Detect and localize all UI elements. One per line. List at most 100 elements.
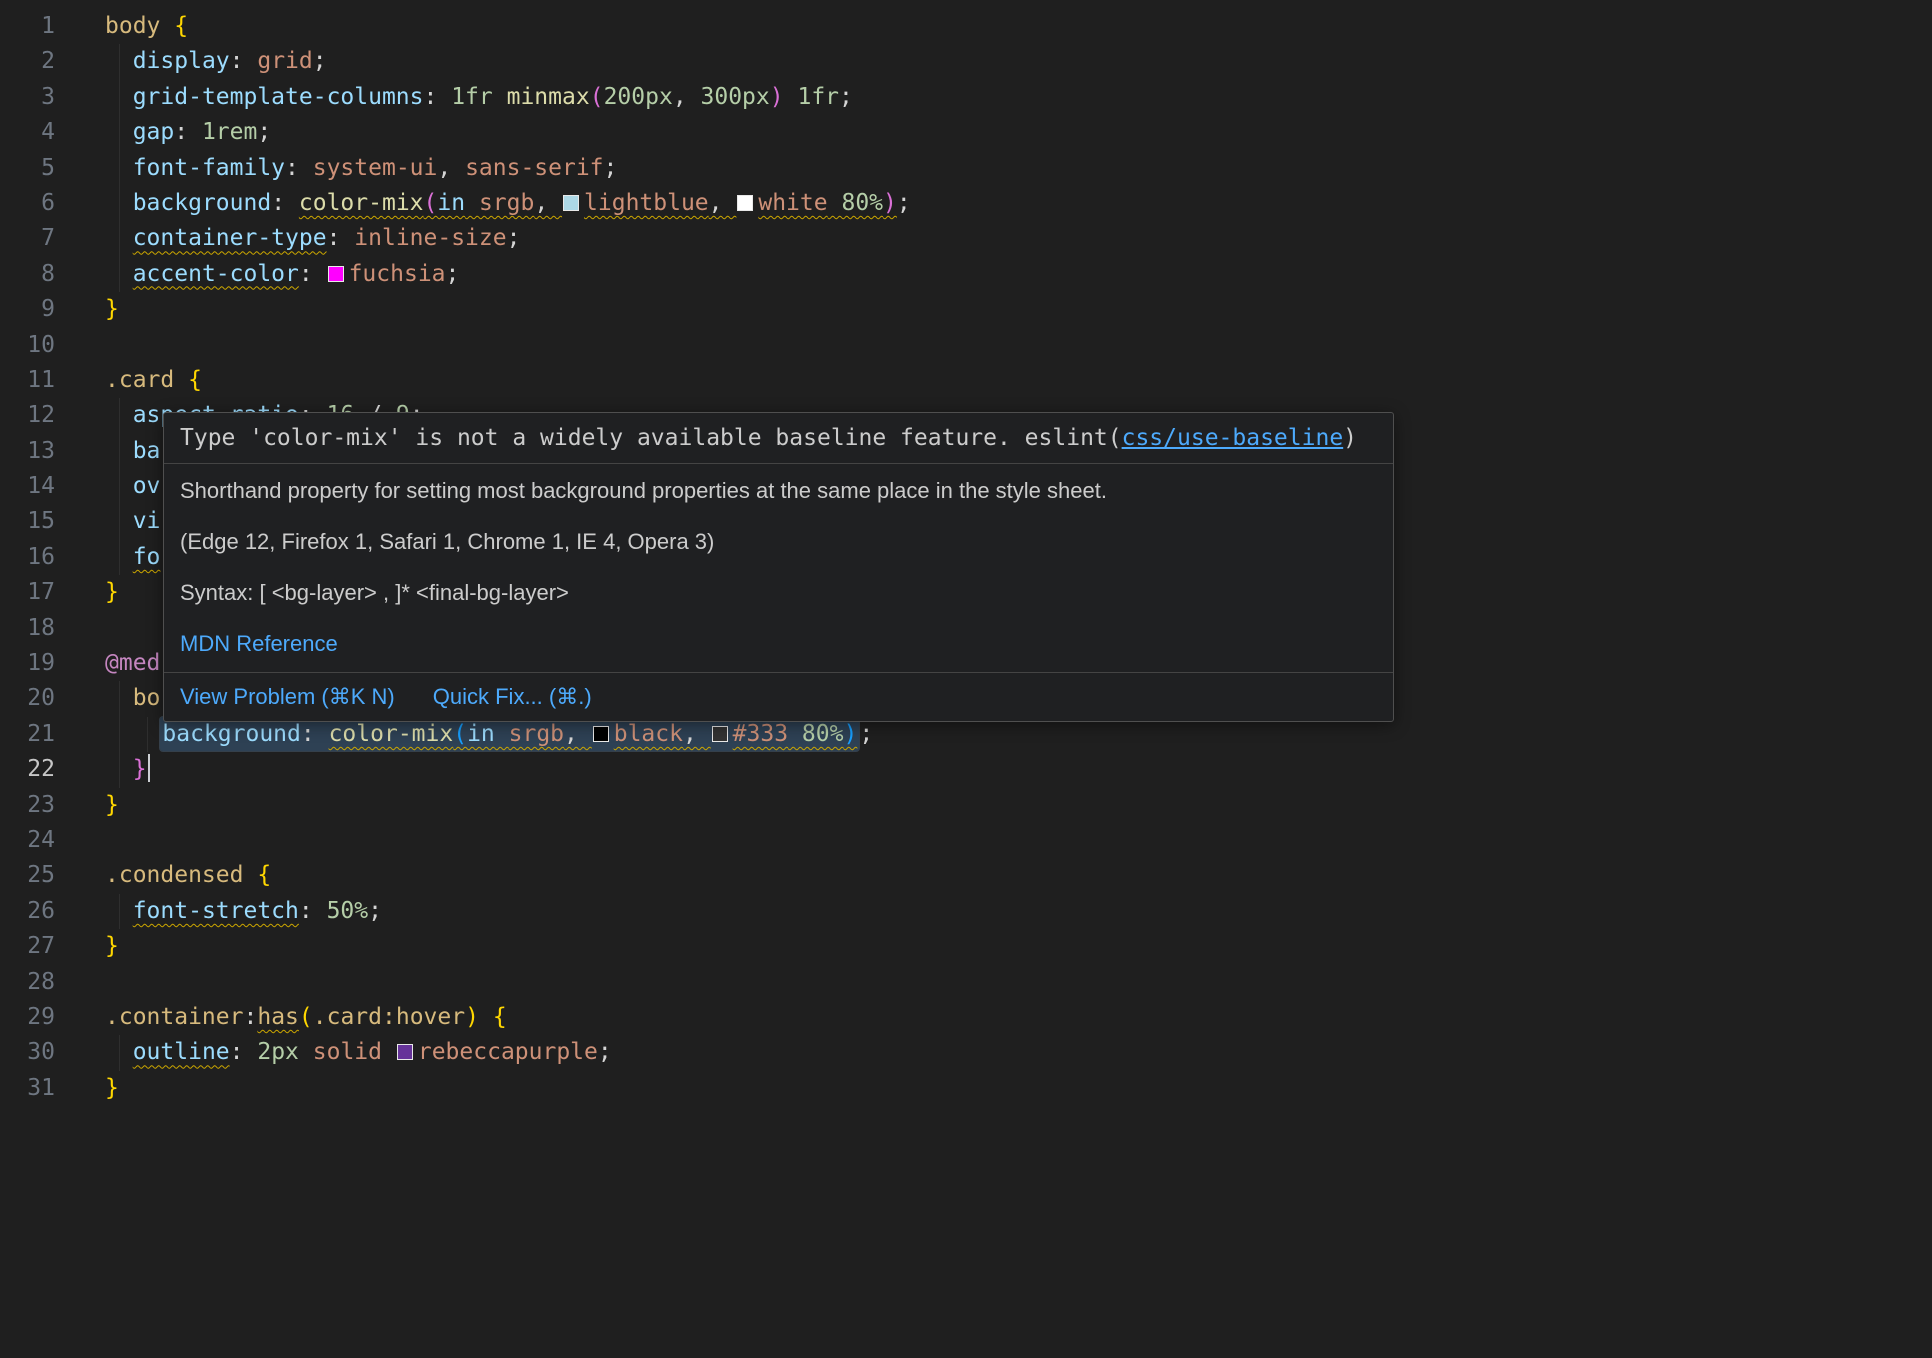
line-number[interactable]: 21 [0,717,55,752]
code-token [160,13,174,39]
code-token: background [162,721,300,747]
view-problem-action[interactable]: View Problem (⌘K N) [180,683,395,711]
code-token: accent-color [133,261,299,287]
code-line[interactable]: 2 display: grid; [0,44,1932,79]
code-line[interactable]: 21 background: color-mix(in srgb, black,… [0,717,1932,752]
code-token: , [564,721,592,747]
eslint-rule-link[interactable]: css/use-baseline [1122,425,1344,451]
line-number[interactable]: 6 [0,186,55,221]
code-token: ( [299,1004,313,1030]
code-line[interactable]: 11 .card { [0,363,1932,398]
code-line[interactable]: 8 accent-color: fuchsia; [0,257,1932,292]
code-token: 50% [327,898,369,924]
line-content: fo [105,540,160,575]
line-number[interactable]: 26 [0,894,55,929]
code-line[interactable]: 29.container:has(.card:hover) { [0,1000,1932,1035]
line-number[interactable]: 23 [0,788,55,823]
code-token: ; [446,261,460,287]
code-line[interactable]: 5 font-family: system-ui, sans-serif; [0,151,1932,186]
line-number[interactable]: 17 [0,575,55,610]
line-number[interactable]: 20 [0,681,55,716]
code-token: outline [133,1039,230,1065]
code-line[interactable]: 23} [0,788,1932,823]
line-number[interactable]: 30 [0,1035,55,1070]
code-token: bo [133,685,161,711]
line-content: background: color-mix(in srgb, black, #3… [105,717,873,752]
code-token: , [683,721,711,747]
code-line[interactable]: 1body { [0,9,1932,44]
color-swatch[interactable] [397,1044,413,1060]
line-number[interactable]: 15 [0,504,55,539]
code-line[interactable]: 4 gap: 1rem; [0,115,1932,150]
code-token [828,190,842,216]
code-line[interactable]: 27} [0,929,1932,964]
line-number[interactable]: 29 [0,1000,55,1035]
mdn-reference-link[interactable]: MDN Reference [180,631,338,656]
code-line[interactable]: 28 [0,965,1932,1000]
line-content: } [105,292,119,327]
code-line[interactable]: 30 outline: 2px solid rebeccapurple; [0,1035,1932,1070]
code-token [243,862,257,888]
line-number[interactable]: 10 [0,328,55,363]
color-swatch[interactable] [737,195,753,211]
line-number[interactable]: 5 [0,151,55,186]
code-token: { [493,1004,507,1030]
line-number[interactable]: 18 [0,611,55,646]
line-content: } [105,752,150,787]
code-token: : [299,898,327,924]
code-token: solid [313,1039,382,1065]
line-number[interactable]: 16 [0,540,55,575]
code-token: , [534,190,562,216]
line-content: gap: 1rem; [105,115,271,150]
code-token [105,225,133,251]
color-swatch[interactable] [593,726,609,742]
code-line[interactable]: 9} [0,292,1932,327]
line-number[interactable]: 28 [0,965,55,1000]
line-content: font-family: system-ui, sans-serif; [105,151,617,186]
line-number[interactable]: 24 [0,823,55,858]
code-line[interactable]: 24 [0,823,1932,858]
code-token: 300px [701,84,770,110]
code-line[interactable]: 7 container-type: inline-size; [0,221,1932,256]
line-number[interactable]: 22 [0,752,55,787]
code-line[interactable]: 10 [0,328,1932,363]
line-number[interactable]: 8 [0,257,55,292]
line-number[interactable]: 3 [0,80,55,115]
line-number[interactable]: 2 [0,44,55,79]
code-token: ; [598,1039,612,1065]
warning-squiggle: accent-color [133,261,299,287]
line-content: .card { [105,363,202,398]
color-swatch[interactable] [712,726,728,742]
code-line[interactable]: 3 grid-template-columns: 1fr minmax(200p… [0,80,1932,115]
line-number[interactable]: 11 [0,363,55,398]
code-token: system-ui [313,155,438,181]
line-number[interactable]: 9 [0,292,55,327]
code-line[interactable]: 22 } [0,752,1932,787]
line-number[interactable]: 19 [0,646,55,681]
line-number[interactable]: 1 [0,9,55,44]
line-number[interactable]: 7 [0,221,55,256]
line-number[interactable]: 12 [0,398,55,433]
line-number[interactable]: 14 [0,469,55,504]
code-line[interactable]: 31} [0,1071,1932,1106]
code-token: : [243,1004,257,1030]
code-token: : [301,721,329,747]
color-swatch[interactable] [563,195,579,211]
line-number[interactable]: 4 [0,115,55,150]
code-line[interactable]: 26 font-stretch: 50%; [0,894,1932,929]
line-number[interactable]: 25 [0,858,55,893]
line-number[interactable]: 27 [0,929,55,964]
color-swatch[interactable] [328,266,344,282]
code-line[interactable]: 6 background: color-mix(in srgb, lightbl… [0,186,1932,221]
code-token: ; [897,190,911,216]
code-token: { [257,862,271,888]
code-line[interactable]: 25.condensed { [0,858,1932,893]
line-number[interactable]: 13 [0,434,55,469]
line-number[interactable]: 31 [0,1071,55,1106]
code-token: : [230,48,258,74]
line-content: background: color-mix(in srgb, lightblue… [105,186,911,221]
code-token: fuchsia [349,261,446,287]
code-token: color-mix [329,721,454,747]
problem-message: Type 'color-mix' is not a widely availab… [164,413,1393,464]
quick-fix-action[interactable]: Quick Fix... (⌘.) [433,683,592,711]
